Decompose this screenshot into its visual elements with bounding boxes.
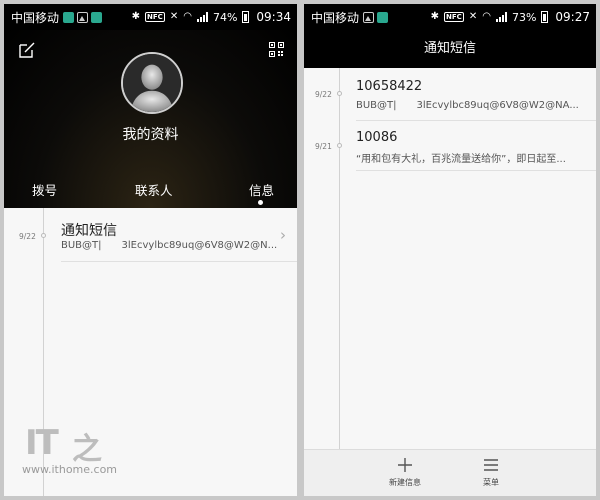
battery-percent: 73% [511,10,537,24]
divider [61,261,297,262]
carrier-label: 中国移动 [11,10,60,25]
clock: 09:34 [256,10,291,24]
mute-icon: ✕ [468,11,478,22]
divider [356,120,596,121]
page-title: 通知短信 [304,30,596,68]
tab-dialer[interactable]: 拨号 [32,180,57,199]
snippet-part: BUB@T| [61,240,102,251]
wifi-icon: ◠ [183,11,192,22]
watermark-it-mark: IT [25,423,59,463]
nfc-icon: NFC [444,12,464,22]
active-tab-indicator [258,200,263,205]
menu-label: 菜单 [483,478,499,487]
chevron-right-icon: › [280,226,286,244]
image-notification-icon [77,11,89,23]
right-phone-screen: 中国移动 ✱ NFC ✕ ◠ 73% 09:27 通知短信 9/22 10658… [304,4,596,496]
signal-icon [495,12,507,22]
notification-icon [63,11,75,23]
profile-title[interactable]: 我的资料 [4,124,297,144]
message-date: 9/22 [315,90,332,99]
message-snippet: BUB@T| 3lEcvylbc89uq@6V8@W2@N... [61,240,277,251]
message-snippet: BUB@T| 3lEcvylbc89uq@6V8@W2@NA... [356,100,579,111]
battery-icon [242,11,250,23]
message-date: 9/21 [315,142,332,151]
snippet-part: BUB@T| [356,100,397,111]
timeline-dot [41,233,46,238]
timeline-dot [337,91,342,96]
nfc-icon: NFC [145,12,165,22]
battery-icon [541,11,549,23]
message-date: 9/22 [19,232,36,241]
watermark-zhi-mark: 之 [72,432,102,467]
tab-bar: 拨号 联系人 信息 [4,180,297,200]
message-sender: 10086 [356,130,398,145]
watermark-url: www.ithome.com [22,463,118,476]
qr-code-icon[interactable] [269,42,284,57]
message-sender: 通知短信 [61,223,117,239]
tab-messages[interactable]: 信息 [249,180,274,199]
avatar[interactable] [121,52,183,114]
new-message-button[interactable]: 新建信息 [385,457,425,488]
bluetooth-icon: ✱ [131,11,141,22]
hamburger-menu-icon [484,459,498,471]
message-snippet: “用和包有大礼，百兆流量送给你”，即日起至... [356,154,566,165]
profile-header: 我的资料 拨号 联系人 信息 [4,30,297,208]
notification-icon [91,11,103,23]
timeline-dot [337,143,342,148]
message-sender: 10658422 [356,79,423,94]
new-message-label: 新建信息 [389,478,421,487]
timeline [339,68,340,449]
bluetooth-icon: ✱ [430,11,440,22]
clock: 09:27 [555,10,590,24]
signal-icon [196,12,208,22]
wifi-icon: ◠ [482,11,491,22]
image-notification-icon [363,11,375,23]
status-bar: 中国移动 ✱ NFC ✕ ◠ 73% 09:27 [304,4,596,30]
snippet-part: 3lEcvylbc89uq@6V8@W2@NA... [416,100,579,111]
menu-button[interactable]: 菜单 [471,457,511,488]
battery-percent: 74% [212,10,238,24]
plus-icon [398,458,412,472]
carrier-label: 中国移动 [311,10,360,25]
bottom-action-bar: 新建信息 菜单 [304,449,596,496]
edit-icon[interactable] [19,42,35,58]
snippet-part: 3lEcvylbc89uq@6V8@W2@N... [121,240,278,251]
notification-icon [377,11,389,23]
tab-contacts[interactable]: 联系人 [135,180,173,199]
mute-icon: ✕ [169,11,179,22]
status-bar: 中国移动 ✱ NFC ✕ ◠ 74% 09:34 [4,4,297,30]
avatar-silhouette-icon [123,54,181,112]
divider [356,170,596,171]
